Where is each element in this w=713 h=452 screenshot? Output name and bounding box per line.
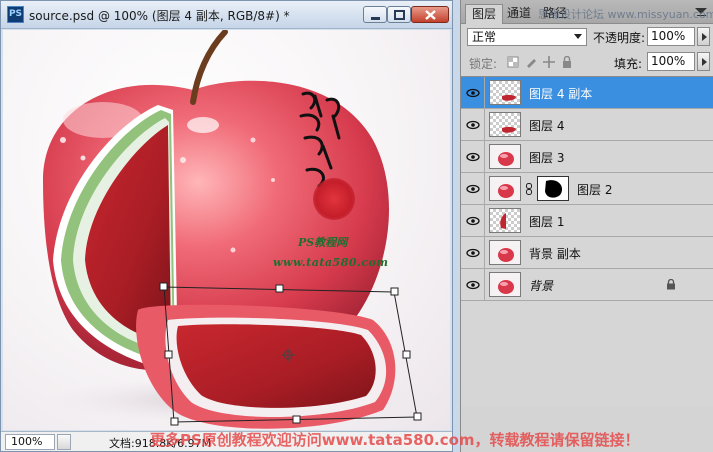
document-window: PS source.psd @ 100% (图层 4 副本, RGB/8#) *	[0, 0, 453, 452]
layer-thumbnail	[489, 80, 521, 105]
zoom-level-field[interactable]: 100%	[5, 434, 55, 450]
layer-name: 背景	[529, 279, 554, 293]
apple-thumbnail	[498, 152, 514, 166]
lock-label: 锁定:	[469, 57, 498, 71]
watermark-url: www.tata580.com	[273, 256, 389, 269]
close-icon	[425, 10, 436, 20]
photoshop-app-icon: PS	[7, 6, 24, 23]
layer-thumbnail	[489, 208, 521, 233]
minimize-icon	[371, 17, 380, 20]
eye-icon	[466, 248, 480, 258]
opacity-slider-button[interactable]	[697, 27, 710, 46]
minimize-button[interactable]	[363, 6, 387, 23]
fill-input[interactable]: 100%	[647, 52, 695, 71]
layer-name: 图层 3	[529, 151, 565, 165]
tab-layers[interactable]: 图层	[465, 4, 504, 24]
mask-shape-thumbnail	[545, 180, 563, 198]
lock-position-icon[interactable]	[543, 56, 555, 68]
visibility-toggle[interactable]	[461, 77, 485, 108]
layer-row-layer3[interactable]: 图层 3	[461, 141, 713, 173]
layer-thumbnail	[489, 272, 521, 297]
eye-icon	[466, 216, 480, 226]
apple-thumbnail	[498, 184, 514, 198]
red-seal-stamp	[313, 178, 355, 220]
layer-thumbnail	[489, 240, 521, 265]
eye-icon	[466, 280, 480, 290]
watermark-site-name: PS教程网	[298, 236, 348, 249]
lock-transparent-pixels-icon[interactable]	[507, 56, 519, 68]
layer-row-background-copy[interactable]: 背景 副本	[461, 237, 713, 269]
status-bar: 100% 文档:918.8K/6.97M	[1, 431, 452, 451]
blend-mode-select[interactable]: 正常	[467, 28, 587, 46]
chevron-down-icon	[574, 34, 582, 39]
canvas-watermark: PS教程网 www.tata580.com	[273, 86, 403, 276]
lock-image-pixels-icon[interactable]	[525, 56, 537, 68]
visibility-toggle[interactable]	[461, 269, 485, 300]
eye-icon	[466, 184, 480, 194]
watermelon-slice-thumbnail	[502, 126, 516, 133]
eye-icon	[466, 120, 480, 130]
watermelon-slice-thumbnail	[502, 94, 516, 101]
maximize-button[interactable]	[387, 6, 411, 23]
fill-slider-button[interactable]	[697, 52, 710, 71]
maximize-icon	[394, 10, 405, 20]
document-size-info: 文档:918.8K/6.97M	[109, 437, 212, 450]
opacity-input[interactable]: 100%	[647, 27, 695, 46]
layer-thumbnail	[489, 144, 521, 169]
visibility-toggle[interactable]	[461, 141, 485, 172]
layer-name: 背景 副本	[529, 247, 581, 261]
apple-thumbnail	[498, 280, 514, 294]
document-title: source.psd @ 100% (图层 4 副本, RGB/8#) *	[29, 9, 290, 23]
calligraphy-art	[299, 91, 341, 188]
layer-row-background[interactable]: 背景	[461, 269, 713, 301]
layer-list: 图层 4 副本 图层 4 图层 3 图层 2 图层 1 背景 副本 背景	[461, 76, 713, 406]
watermelon-wedge-thumbnail	[500, 213, 506, 229]
lock-icon	[667, 279, 675, 290]
opacity-label: 不透明度:	[593, 31, 646, 45]
status-menu-button[interactable]	[57, 434, 71, 450]
layer-row-layer2[interactable]: 图层 2	[461, 173, 713, 205]
visibility-toggle[interactable]	[461, 173, 485, 204]
lock-all-icon[interactable]	[561, 56, 573, 68]
visibility-toggle[interactable]	[461, 237, 485, 268]
visibility-toggle[interactable]	[461, 109, 485, 140]
eye-icon	[466, 152, 480, 162]
layer-name: 图层 4	[529, 119, 565, 133]
layer-row-layer4-copy[interactable]: 图层 4 副本	[461, 77, 713, 109]
document-title-bar[interactable]: PS source.psd @ 100% (图层 4 副本, RGB/8#) *	[1, 1, 452, 29]
fill-label: 填充:	[614, 57, 643, 71]
tab-channels[interactable]: 通道	[501, 4, 537, 24]
layer-name: 图层 1	[529, 215, 565, 229]
layers-panel: 图层 通道 路径 正常 不透明度: 100% 锁定: 填充: 100% 图层 4…	[460, 0, 713, 452]
layer-row-layer4[interactable]: 图层 4	[461, 109, 713, 141]
layer-row-layer1[interactable]: 图层 1	[461, 205, 713, 237]
image-canvas[interactable]: PS教程网 www.tata580.com	[3, 30, 450, 430]
layer-thumbnail	[489, 176, 521, 201]
blend-mode-value: 正常	[472, 30, 497, 44]
layer-name: 图层 2	[577, 183, 613, 197]
layer-thumbnail	[489, 112, 521, 137]
mask-link-chain-icon[interactable]	[525, 183, 533, 195]
layer-mask-thumbnail[interactable]	[537, 176, 569, 201]
close-button[interactable]	[411, 6, 449, 23]
apple-thumbnail	[498, 248, 514, 262]
visibility-toggle[interactable]	[461, 205, 485, 236]
eye-icon	[466, 88, 480, 98]
forum-watermark: 思缘设计论坛 www.missyuan.com	[538, 8, 713, 21]
layer-name: 图层 4 副本	[529, 87, 593, 101]
